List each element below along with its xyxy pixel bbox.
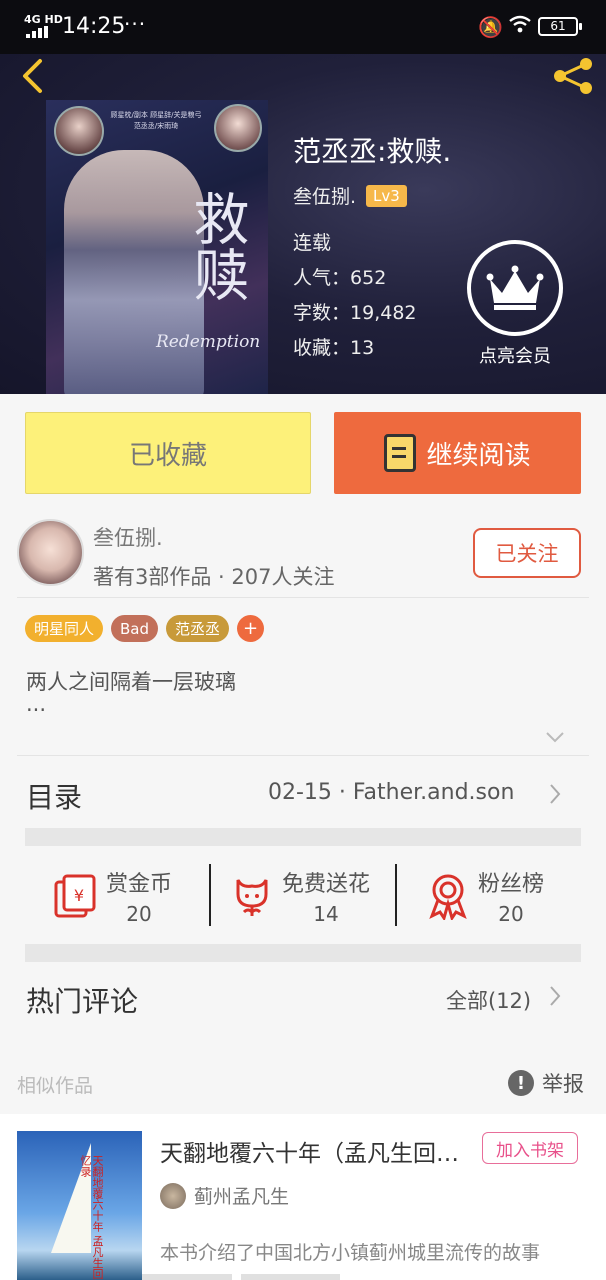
follow-button[interactable]: 已关注 <box>473 528 581 578</box>
stat-label: 免费送花 <box>282 872 371 897</box>
status-bar: 4G HD 14:25 ··· 🔕 61 <box>0 0 606 54</box>
divider <box>209 864 211 926</box>
toc-chevron-right-icon[interactable] <box>548 782 562 812</box>
similar-author-avatar <box>160 1182 186 1209</box>
similar-book-author[interactable]: 蓟州孟凡生 <box>194 1182 289 1209</box>
book-header: 顾星枕/副本 顾星辞/关是粮弓 范丞丞/宋雨琦 救赎 Redemption 范丞… <box>0 54 606 394</box>
favorited-label: 已收藏 <box>128 440 207 471</box>
back-arrow-icon[interactable] <box>18 58 48 94</box>
similar-book-card[interactable]: 天翻地覆六十年 孟凡生回忆录 天翻地覆六十年（孟凡生回忆录） 加入书架 蓟州孟凡… <box>0 1114 606 1280</box>
book-title: 范丞丞:救赎. <box>293 135 452 168</box>
share-icon[interactable] <box>548 56 598 96</box>
red-envelope-icon: ¥ <box>52 872 100 920</box>
continue-reading-label: 继续阅读 <box>426 440 531 471</box>
comments-chevron-right-icon[interactable] <box>548 984 562 1014</box>
wifi-icon <box>508 14 532 39</box>
vip-label: 点亮会员 <box>479 346 551 367</box>
book-cover[interactable]: 顾星枕/副本 顾星辞/关是粮弓 范丞丞/宋雨琦 救赎 Redemption <box>46 100 268 394</box>
author-avatar[interactable] <box>17 519 84 586</box>
scroll-hint <box>142 1274 592 1280</box>
description-ellipsis: ··· <box>26 698 47 722</box>
favorites-row: 收藏：13 <box>293 337 375 359</box>
more-notifications-icon: ··· <box>124 12 147 36</box>
author-level-badge: Lv3 <box>366 184 407 207</box>
favorites-value: 13 <box>350 337 375 359</box>
toc-latest-chapter[interactable]: 02-15 · Father.and.son <box>268 780 514 805</box>
fan-ranking-button[interactable]: 粉丝榜 20 <box>424 866 544 926</box>
book-author[interactable]: 叁伍捌. <box>293 182 356 209</box>
divider <box>17 755 589 756</box>
medal-icon <box>424 872 472 922</box>
add-to-shelf-button[interactable]: 加入书架 <box>482 1132 578 1164</box>
tag-list: 明星同人 Bad 范丞丞 + <box>25 615 265 642</box>
words-value: 19,482 <box>350 302 417 324</box>
similar-book-cover[interactable]: 天翻地覆六十年 孟凡生回忆录 <box>17 1131 142 1280</box>
cover-figure <box>64 150 204 394</box>
favorited-button[interactable]: 已收藏 <box>25 412 311 494</box>
follow-label: 已关注 <box>495 542 559 566</box>
cover-portrait-right <box>214 104 262 152</box>
mute-bell-icon: 🔕 <box>478 15 503 39</box>
author-stats: 著有3部作品 · 207人关注 <box>93 565 335 589</box>
stat-value: 14 <box>313 902 339 926</box>
battery-icon: 61 <box>538 17 582 36</box>
warning-icon: ! <box>508 1070 534 1096</box>
stat-label: 粉丝榜 <box>478 872 545 897</box>
tag-chip[interactable]: Bad <box>111 615 159 642</box>
send-flower-button[interactable]: 免费送花 14 <box>228 866 370 926</box>
stat-value: 20 <box>126 902 152 926</box>
similar-book-author-row: 蓟州孟凡生 <box>160 1182 289 1209</box>
flower-icon <box>228 872 276 920</box>
cover-portrait-left <box>54 106 104 156</box>
divider <box>17 597 589 598</box>
book-meta: 连载 人气：652 字数：19,482 收藏：13 <box>293 226 417 366</box>
section-divider <box>25 944 581 962</box>
book-status: 连载 <box>293 232 332 254</box>
similar-works-title: 相似作品 <box>17 1075 94 1097</box>
tag-chip[interactable]: 范丞丞 <box>166 615 230 642</box>
cover-subtitle: Redemption <box>156 332 261 352</box>
section-divider <box>25 828 581 846</box>
report-button[interactable]: ! 举报 <box>508 1068 584 1098</box>
signal-icon <box>26 26 52 38</box>
reward-coins-button[interactable]: ¥ 赏金币 20 <box>52 866 172 926</box>
description-text: 两人之间隔着一层玻璃 <box>26 670 236 694</box>
vip-button[interactable]: 点亮会员 <box>466 240 564 368</box>
expand-chevron-icon[interactable] <box>544 726 566 748</box>
cover-title: 救赎 <box>184 190 249 302</box>
book-author-line: 叁伍捌. Lv3 <box>293 182 407 209</box>
divider <box>395 864 397 926</box>
similar-cover-text: 天翻地覆六十年 孟凡生回忆录 <box>79 1155 104 1280</box>
stat-value: 20 <box>498 902 524 926</box>
all-comments-link[interactable]: 全部(12) <box>446 985 531 1015</box>
author-name[interactable]: 叁伍捌. <box>93 522 163 552</box>
stat-label: 赏金币 <box>106 872 173 897</box>
tag-chip[interactable]: 明星同人 <box>25 615 104 642</box>
crown-icon <box>467 240 563 336</box>
cover-credits: 顾星枕/副本 顾星辞/关是粮弓 范丞丞/宋雨琦 <box>110 111 202 130</box>
words-row: 字数：19,482 <box>293 302 417 324</box>
hot-comments-title: 热门评论 <box>26 985 139 1018</box>
svg-text:¥: ¥ <box>74 886 84 905</box>
clock: 14:25 <box>62 14 126 39</box>
book-icon <box>384 434 417 472</box>
network-indicator: 4G HD <box>24 13 63 26</box>
add-tag-button[interactable]: + <box>237 615 265 642</box>
continue-reading-button[interactable]: 继续阅读 <box>334 412 581 494</box>
book-description: 两人之间隔着一层玻璃 ··· <box>26 668 236 724</box>
add-to-shelf-label: 加入书架 <box>496 1140 564 1161</box>
popularity-value: 652 <box>350 267 387 289</box>
similar-book-title[interactable]: 天翻地覆六十年（孟凡生回忆录） <box>160 1134 470 1168</box>
toc-title[interactable]: 目录 <box>26 776 82 816</box>
similar-book-desc: 本书介绍了中国北方小镇蓟州城里流传的故事 <box>160 1242 541 1264</box>
popularity-row: 人气：652 <box>293 267 387 289</box>
report-label: 举报 <box>542 1072 584 1096</box>
